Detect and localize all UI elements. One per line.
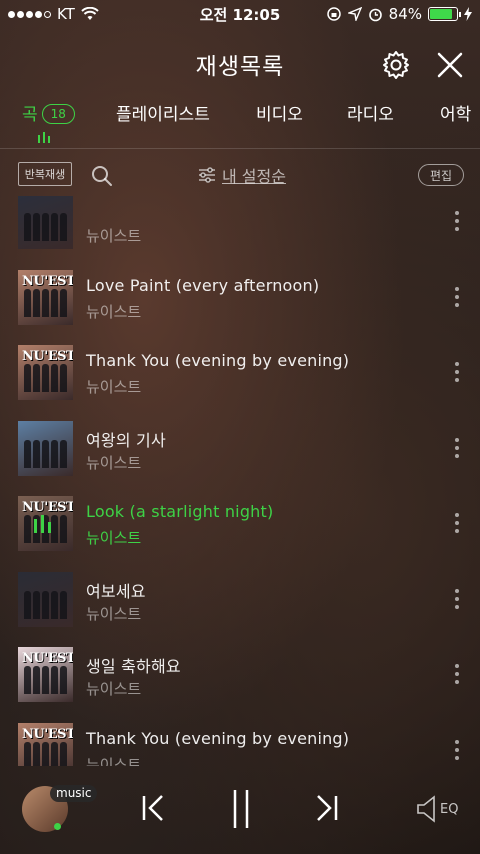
gear-icon <box>383 51 409 79</box>
song-title: Look (a starlight night) <box>86 502 274 521</box>
status-left: KT <box>8 5 99 23</box>
song-count-badge: 18 <box>41 104 75 124</box>
album-art: NU'EST <box>18 345 73 400</box>
more-options-button[interactable] <box>451 664 463 686</box>
alarm-icon <box>368 8 382 21</box>
equalizer-button[interactable]: EQ <box>416 794 460 824</box>
location-icon <box>347 7 362 21</box>
sort-label: 내 설정순 <box>222 167 286 186</box>
more-options-button[interactable] <box>451 513 463 535</box>
tab-videos[interactable]: 비디오 <box>256 100 303 125</box>
charging-icon <box>464 7 472 21</box>
now-playing-icon <box>34 515 51 533</box>
close-icon <box>437 52 463 78</box>
song-row[interactable]: NU'EST Thank You (evening by evening) 뉴이스트 <box>0 335 480 411</box>
playing-status-dot <box>54 823 61 830</box>
tab-playlists[interactable]: 플레이리스트 <box>116 100 210 125</box>
album-art-logo: NU'EST <box>22 726 73 742</box>
status-right: 84% <box>326 5 472 23</box>
album-art <box>18 196 73 249</box>
song-artist: 뉴이스트 <box>86 604 142 623</box>
album-art-logo: NU'EST <box>22 500 73 515</box>
song-row[interactable]: 여왕의 기사뉴이스트 <box>0 411 480 487</box>
wifi-icon <box>81 7 99 20</box>
status-time: 오전 12:05 <box>199 5 281 24</box>
close-button[interactable] <box>434 49 466 81</box>
battery-percent: 84% <box>388 5 422 23</box>
tab-language[interactable]: 어학 <box>440 100 471 125</box>
tab-songs-label: 곡 <box>22 105 38 125</box>
song-title: Love Paint (every afternoon) <box>86 275 320 295</box>
page-title: 재생목록 <box>195 54 285 80</box>
song-row[interactable]: 여보세요뉴이스트 <box>0 562 480 638</box>
playlist-toolbar: 반복재생 내 설정순 편집 <box>0 158 480 194</box>
sort-button[interactable]: 내 설정순 <box>198 163 286 187</box>
song-artist: 뉴이스트 <box>86 378 142 396</box>
song-list[interactable]: 뉴이스트 NU'EST Love Paint (every afternoon) 뉴이… <box>0 196 480 766</box>
previous-icon <box>142 795 163 821</box>
album-art: NU'EST <box>18 269 73 325</box>
search-icon <box>92 166 112 186</box>
repeat-button[interactable]: 반복재생 <box>18 162 72 186</box>
signal-icon <box>8 10 51 18</box>
song-row[interactable]: 뉴이스트 <box>0 196 480 260</box>
song-title: 여왕의 기사 <box>86 430 166 450</box>
song-artist: 뉴이스트 <box>86 453 142 472</box>
more-options-button[interactable] <box>451 739 463 762</box>
category-tabs: 곡 18 플레이리스트 비디오 라디오 어학 <box>0 96 480 140</box>
song-artist: 뉴이스트 <box>86 755 142 767</box>
pause-button[interactable] <box>227 788 255 830</box>
song-row[interactable]: NU'EST Look (a starlight night) 뉴이스트 <box>0 486 480 562</box>
tab-songs[interactable]: 곡 18 <box>22 100 75 125</box>
album-art: NU'EST <box>18 722 73 766</box>
album-art-logo: NU'EST <box>22 273 73 289</box>
carrier-label: KT <box>57 5 75 23</box>
album-art <box>18 420 73 476</box>
battery-icon <box>428 7 461 21</box>
song-row[interactable]: NU'EST 생일 축하해요뉴이스트 <box>0 637 480 713</box>
rotation-lock-icon <box>326 7 341 21</box>
eq-label: EQ <box>440 801 459 817</box>
album-art: NU'EST <box>18 647 73 702</box>
song-list-inner: 뉴이스트 NU'EST Love Paint (every afternoon) 뉴이… <box>0 196 480 766</box>
song-title: Thank You (evening by evening) <box>86 728 350 748</box>
song-artist: 뉴이스트 <box>86 680 142 698</box>
song-title: 여보세요 <box>86 581 146 601</box>
song-artist: 뉴이스트 <box>86 529 142 547</box>
settings-button[interactable] <box>380 49 412 81</box>
song-title: 생일 축하해요 <box>86 657 181 676</box>
mini-player: music EQ <box>0 770 480 854</box>
next-icon <box>317 795 338 821</box>
song-artist: 뉴이스트 <box>86 302 142 321</box>
status-bar: KT 오전 12:05 84% <box>0 0 480 28</box>
song-artist: 뉴이스트 <box>86 227 142 245</box>
music-badge: music <box>50 785 98 802</box>
pause-icon <box>233 790 249 828</box>
speaker-icon <box>417 795 435 823</box>
album-art <box>18 571 73 627</box>
album-art-logo: NU'EST <box>22 349 73 364</box>
more-options-button[interactable] <box>451 437 463 460</box>
divider <box>0 148 480 149</box>
edit-button[interactable]: 편집 <box>418 164 464 186</box>
previous-button[interactable] <box>140 792 168 824</box>
song-row[interactable]: NU'EST Thank You (evening by evening) 뉴이스트 <box>0 713 480 767</box>
tab-radio[interactable]: 라디오 <box>347 100 394 125</box>
more-options-button[interactable] <box>451 362 463 384</box>
header: 재생목록 <box>0 40 480 88</box>
album-art-logo: NU'EST <box>22 651 73 666</box>
next-button[interactable] <box>312 792 340 824</box>
more-options-button[interactable] <box>451 286 463 309</box>
song-row[interactable]: NU'EST Love Paint (every afternoon) 뉴이스트 <box>0 260 480 336</box>
search-button[interactable] <box>90 164 114 188</box>
more-options-button[interactable] <box>451 588 463 611</box>
song-title: Thank You (evening by evening) <box>86 351 350 370</box>
active-tab-indicator <box>38 132 50 143</box>
more-options-button[interactable] <box>451 211 463 233</box>
sliders-icon <box>199 167 215 183</box>
